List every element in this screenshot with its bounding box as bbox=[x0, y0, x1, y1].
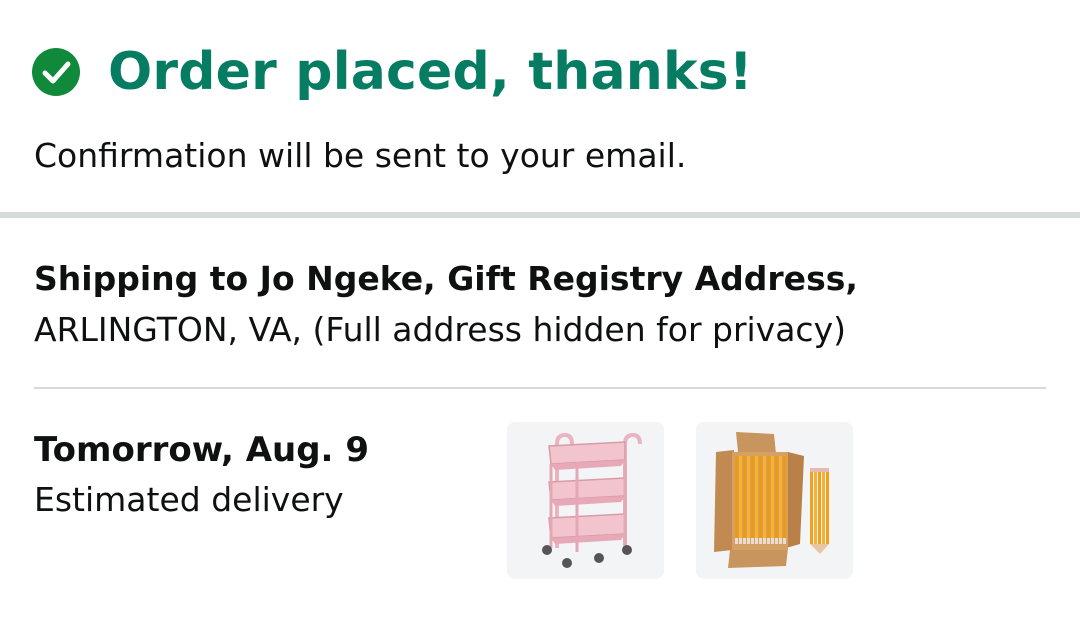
delivery-label: Estimated delivery bbox=[34, 480, 344, 519]
pencil bbox=[743, 456, 746, 542]
order-confirmation-header: Order placed, thanks! Confirmation will … bbox=[0, 0, 1080, 212]
pencil-tip bbox=[767, 538, 770, 544]
check-circle-icon bbox=[32, 48, 80, 96]
pencil bbox=[763, 456, 766, 542]
pencil bbox=[739, 456, 742, 542]
pencil-tip bbox=[759, 538, 762, 544]
pencil-tip bbox=[739, 538, 742, 544]
pencil bbox=[779, 456, 782, 542]
product-thumbnail-cart[interactable] bbox=[507, 422, 664, 579]
pink-rolling-cart-image bbox=[542, 432, 642, 568]
delivery-date: Tomorrow, Aug. 9 bbox=[34, 430, 369, 470]
pencil-tip bbox=[771, 538, 774, 544]
pencil-tip bbox=[751, 538, 754, 544]
pencil bbox=[767, 456, 770, 542]
pencil bbox=[775, 456, 778, 542]
pencil bbox=[747, 456, 750, 542]
section-divider bbox=[0, 212, 1080, 218]
divider bbox=[34, 387, 1046, 389]
pencil bbox=[755, 456, 758, 542]
pencil-tip bbox=[747, 538, 750, 544]
pencil-tip bbox=[783, 538, 786, 544]
shipping-address: ARLINGTON, VA, (Full address hidden for … bbox=[34, 310, 846, 349]
pencil bbox=[759, 456, 762, 542]
pencil bbox=[783, 456, 786, 542]
box-of-pencils-image bbox=[714, 432, 829, 568]
pencil bbox=[771, 456, 774, 542]
shipping-recipient: Shipping to Jo Ngeke, Gift Registry Addr… bbox=[34, 259, 858, 298]
delivery-estimate: Tomorrow, Aug. 9 Estimated delivery bbox=[34, 426, 369, 526]
pencil bbox=[735, 456, 738, 542]
pencil-tip bbox=[743, 538, 746, 544]
confirmation-message: Confirmation will be sent to your email. bbox=[34, 136, 687, 175]
pencil bbox=[751, 456, 754, 542]
pencil-tip bbox=[775, 538, 778, 544]
pencil-tip bbox=[755, 538, 758, 544]
product-thumbnail-pencils[interactable] bbox=[696, 422, 853, 579]
page-title: Order placed, thanks! bbox=[108, 42, 753, 102]
loose-pencils bbox=[810, 468, 829, 554]
pencil-tip bbox=[763, 538, 766, 544]
shipping-address-section: Shipping to Jo Ngeke, Gift Registry Addr… bbox=[34, 255, 1044, 357]
pencil-tip bbox=[735, 538, 738, 544]
pencil-tip bbox=[779, 538, 782, 544]
